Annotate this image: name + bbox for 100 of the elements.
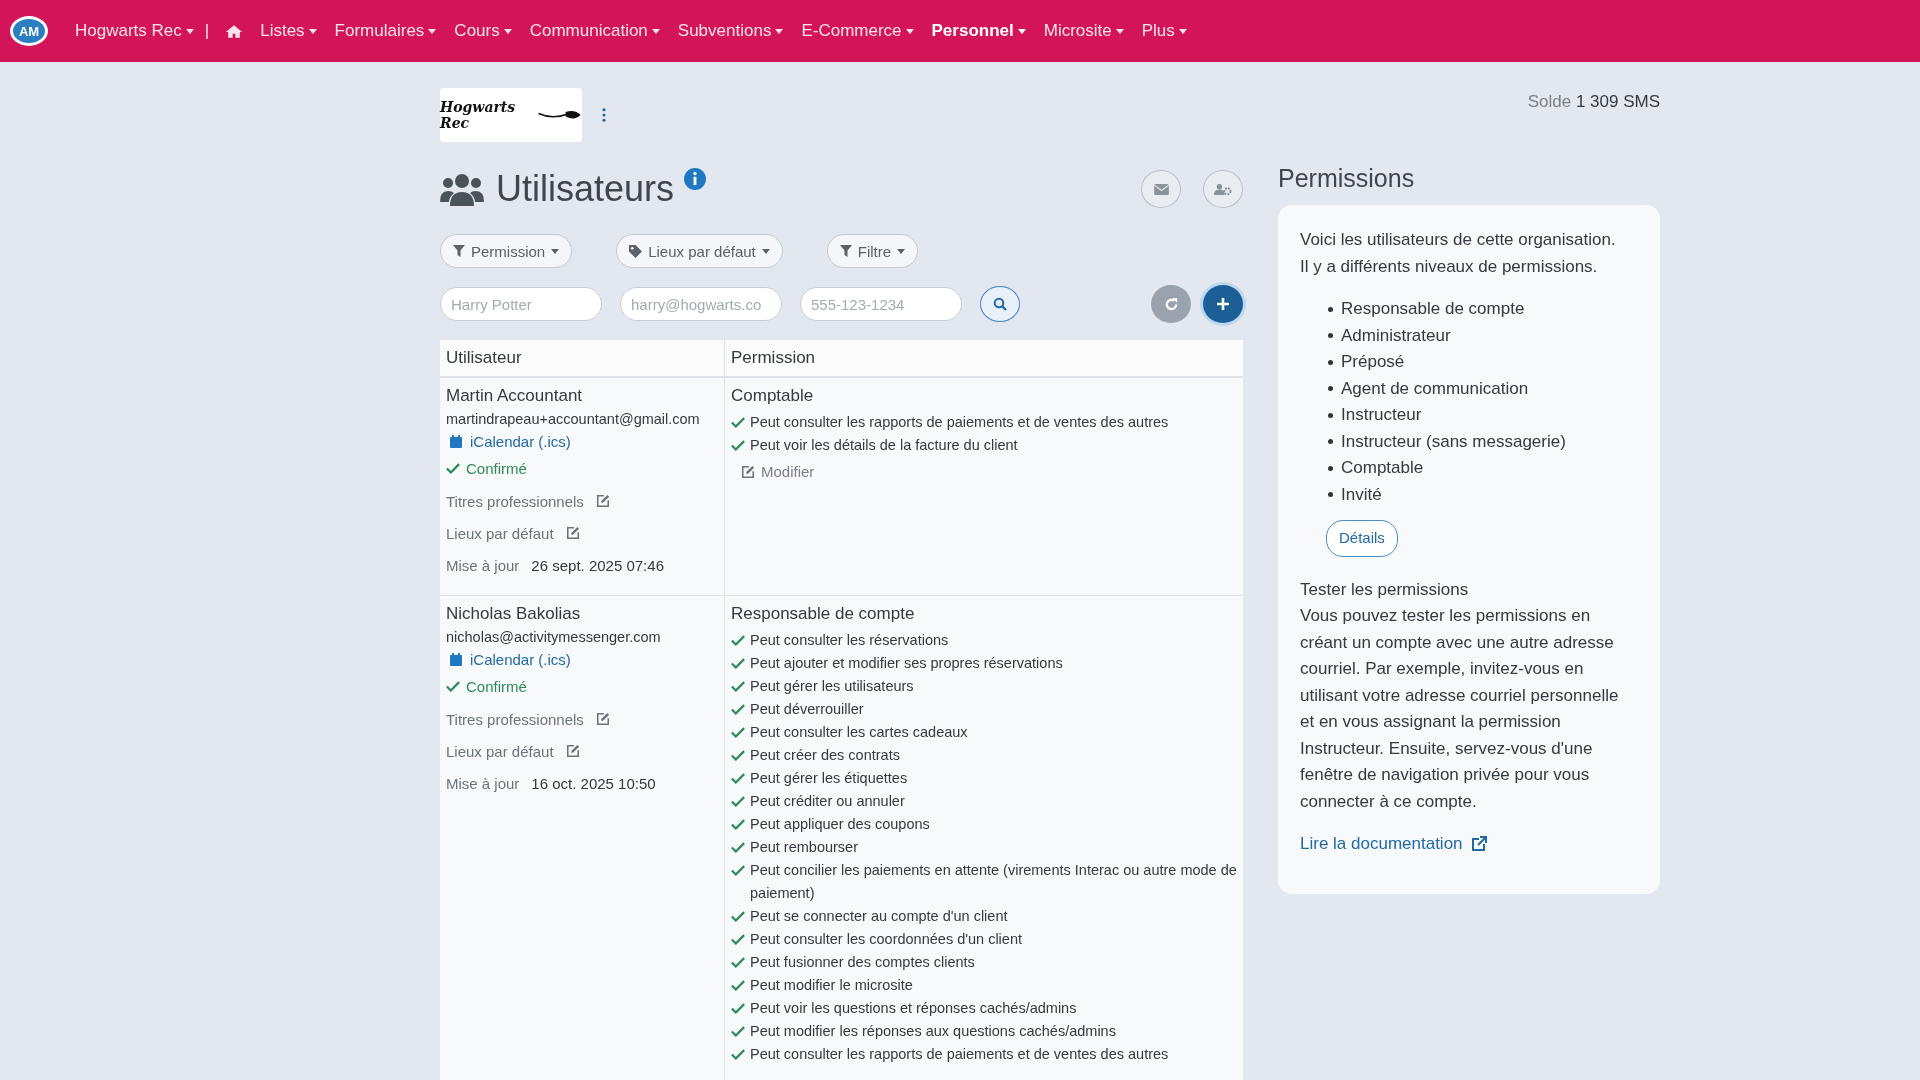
plus-icon: [1216, 297, 1230, 311]
search-field[interactable]: Harry Potter: [440, 287, 602, 321]
nav-menu-item[interactable]: E-Commerce: [792, 21, 923, 41]
permission-text: Peut créer des contrats: [750, 746, 900, 765]
info-icon[interactable]: [684, 168, 707, 190]
checkmark-icon: [446, 463, 460, 474]
caret-icon: [1017, 28, 1026, 34]
documentation-link[interactable]: Lire la documentation: [1300, 831, 1487, 858]
caret-icon: [503, 28, 512, 34]
caret-icon: [775, 28, 784, 34]
nav-menu-item[interactable]: Microsite: [1034, 21, 1133, 41]
checkmark-icon: [731, 980, 745, 991]
permission-text: Peut consulter les rapports de paiements et de ventes des autres: [750, 413, 1169, 432]
permission-level: Administrateur: [1341, 324, 1451, 347]
permission-level: Invité: [1341, 483, 1382, 506]
caret-icon: [897, 248, 906, 254]
calendar-link[interactable]: iCalendar (.ics): [470, 651, 571, 668]
checkmark-icon: [731, 842, 745, 853]
checkmark-icon: [731, 681, 745, 692]
status-text: Confirmé: [466, 678, 527, 695]
edit-icon[interactable]: [595, 712, 610, 726]
checkmark-icon: [731, 658, 745, 669]
filter-icon: [839, 245, 852, 257]
column-header: Permission: [724, 340, 1243, 378]
checkmark-icon: [731, 911, 745, 922]
filter-dropdown[interactable]: Lieux par défaut: [616, 234, 783, 268]
permission-text: Peut gérer les utilisateurs: [750, 677, 914, 696]
checkmark-icon: [731, 750, 745, 761]
checkmark-icon: [731, 773, 745, 784]
app-logo[interactable]: AM: [10, 16, 48, 46]
edit-icon[interactable]: [565, 744, 580, 758]
edit-icon[interactable]: [741, 464, 755, 479]
users-gear-icon: [1214, 182, 1232, 196]
external-link-icon: [1470, 836, 1487, 853]
nav-menu-item[interactable]: Subventions: [668, 21, 793, 41]
checkmark-icon: [731, 865, 745, 876]
users-icon: [440, 172, 484, 206]
edit-permission-link[interactable]: Modifier: [741, 463, 815, 480]
permission-text: Peut déverrouiller: [750, 700, 864, 719]
nav-menu-item[interactable]: Formulaires: [325, 21, 446, 41]
nav-menu-item[interactable]: Communication: [520, 21, 669, 41]
envelope-icon: [1153, 183, 1169, 195]
nav-menu-item[interactable]: Plus: [1132, 21, 1196, 41]
field-label: Mise à jour: [446, 774, 520, 792]
field-label: Titres professionnels: [446, 710, 584, 728]
section-title: Tester les permissions: [1300, 578, 1470, 601]
organization-menu[interactable]: Hogwarts Rec: [66, 21, 203, 41]
refresh-icon: [1163, 296, 1179, 312]
caret-icon: [905, 28, 914, 34]
permission-text: Peut se connecter au compte d'un client: [750, 907, 1008, 926]
search-button[interactable]: [980, 286, 1020, 322]
checkmark-icon: [446, 681, 460, 692]
permission-text: Peut fusionner des comptes clients: [750, 953, 975, 972]
permission-level: Préposé: [1341, 351, 1405, 373]
nav-menu-item[interactable]: Listes: [251, 21, 326, 41]
user-name: Nicholas Bakolias: [446, 604, 582, 624]
caret-icon: [308, 28, 317, 34]
permission-text: Peut consulter les rapports de paiements et de ventes des autres: [750, 1045, 1169, 1064]
permission-level: Comptable: [1341, 457, 1424, 479]
search-field[interactable]: harry@hogwarts.co: [620, 287, 782, 321]
checkmark-icon: [731, 704, 745, 715]
field-label: Titres professionnels: [446, 492, 584, 510]
filter-dropdown[interactable]: Permission: [440, 234, 573, 268]
field-value: 26 sept. 2025 07:46: [531, 556, 664, 574]
checkmark-icon: [731, 727, 745, 738]
permission-text: Peut consulter les cartes cadeaux: [750, 723, 968, 742]
filter-dropdown[interactable]: Filtre: [826, 234, 919, 268]
email-button[interactable]: [1141, 170, 1181, 208]
permission-text: Peut consulter les réservations: [750, 631, 949, 650]
add-user-button[interactable]: [1203, 285, 1243, 323]
field-label: Mise à jour: [446, 556, 520, 574]
home-icon[interactable]: [225, 23, 244, 39]
separator: |: [204, 21, 210, 41]
page-title: Utilisateurs: [496, 168, 675, 210]
permission-text: Peut appliquer des coupons: [750, 815, 930, 834]
checkmark-icon: [731, 1049, 745, 1060]
permission-text: Peut ajouter et modifier ses propres réservations: [750, 654, 1063, 673]
more-options-icon[interactable]: [602, 108, 606, 122]
search-icon: [993, 297, 1007, 311]
edit-icon[interactable]: [565, 526, 580, 540]
edit-icon[interactable]: [595, 494, 610, 508]
calendar-link[interactable]: iCalendar (.ics): [470, 433, 571, 450]
permission-text: Peut voir les détails de la facture du client: [750, 436, 1018, 455]
refresh-button[interactable]: [1151, 285, 1191, 323]
search-field[interactable]: 555-123-1234: [800, 287, 962, 321]
permission-text: Peut modifier le microsite: [750, 976, 913, 995]
nav-menu-item[interactable]: Cours: [445, 21, 521, 41]
nav-menu-item[interactable]: Personnel: [922, 21, 1035, 41]
user-name: Martin Accountant: [446, 386, 584, 406]
checkmark-icon: [731, 819, 745, 830]
status-text: Confirmé: [466, 460, 527, 477]
caret-icon: [551, 248, 560, 254]
details-button[interactable]: Détails: [1326, 520, 1398, 557]
caret-icon: [651, 28, 660, 34]
checkmark-icon: [731, 934, 745, 945]
panel-title: Permissions: [1278, 164, 1416, 193]
permission-text: Peut voir les questions et réponses cachés/admins: [750, 999, 1077, 1018]
filter-icon: [453, 245, 465, 257]
checkmark-icon: [731, 440, 745, 451]
users-settings-button[interactable]: [1203, 170, 1243, 208]
